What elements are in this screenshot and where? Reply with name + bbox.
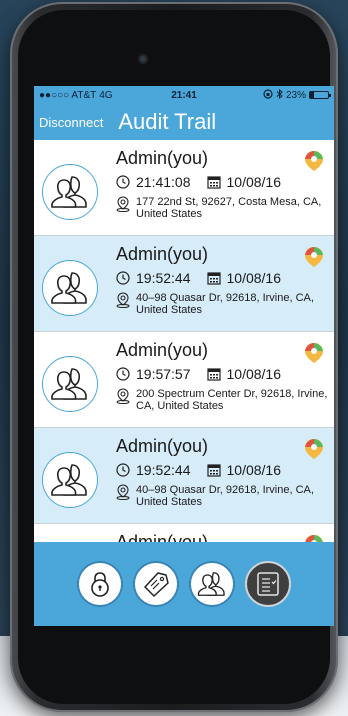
app-screen: ●●○○○ AT&T 4G 21:41 23% Disconnect Audit… xyxy=(34,86,334,626)
tag-icon xyxy=(144,572,169,597)
network-label: 4G xyxy=(99,89,113,101)
calendar-icon xyxy=(206,464,221,477)
avatar xyxy=(42,164,98,220)
map-pin-icon[interactable] xyxy=(304,438,324,460)
entry-name: Admin(you) xyxy=(116,148,209,168)
front-camera xyxy=(138,54,148,64)
status-bar: ●●○○○ AT&T 4G 21:41 23% xyxy=(34,86,334,104)
entry-address: 40–98 Quasar Dr, 92618, Irvine, CA, Unit… xyxy=(136,292,314,316)
clock-icon xyxy=(116,463,130,477)
list-item[interactable]: Admin(you) 21:41:08 10/08/16 177 22nd St… xyxy=(34,140,334,236)
calendar-icon xyxy=(206,272,221,285)
map-pin-icon[interactable] xyxy=(304,342,324,364)
tab-tag[interactable] xyxy=(133,561,179,607)
entry-name: Admin(you) xyxy=(116,244,209,264)
avatar xyxy=(42,452,98,508)
lock-rotation-icon xyxy=(263,88,273,102)
entry-time: 19:52:44 xyxy=(136,462,191,478)
list-item[interactable]: Admin(you) 19:57:57 10/08/16 200 Spectru… xyxy=(34,332,334,428)
entry-date: 10/08/16 xyxy=(226,174,282,190)
users-icon xyxy=(51,464,87,496)
map-pin-icon[interactable] xyxy=(304,246,324,268)
entry-date: 10/08/16 xyxy=(226,366,282,382)
clock-icon xyxy=(116,175,130,189)
entry-time: 19:52:44 xyxy=(136,270,191,286)
bluetooth-icon xyxy=(276,88,283,102)
location-icon xyxy=(116,388,130,404)
calendar-icon xyxy=(206,368,221,381)
clock-icon xyxy=(116,367,130,381)
bottom-tab-bar xyxy=(34,542,334,626)
avatar xyxy=(42,356,98,412)
entry-time: 21:41:08 xyxy=(136,174,191,190)
tab-lock[interactable] xyxy=(77,561,123,607)
list-item[interactable]: Admin(you) 19:52:44 10/08/16 40–98 Quasa… xyxy=(34,428,334,524)
entry-name: Admin(you) xyxy=(116,340,209,360)
calendar-icon xyxy=(206,176,221,189)
map-pin-icon[interactable] xyxy=(304,150,324,172)
battery-icon xyxy=(309,91,331,99)
users-icon xyxy=(51,176,87,208)
entry-address: 200 Spectrum Center Dr, 92618, Irvine, C… xyxy=(136,388,328,412)
location-icon xyxy=(116,484,130,500)
tab-users[interactable] xyxy=(189,561,235,607)
avatar xyxy=(42,260,98,316)
users-icon xyxy=(51,272,87,304)
users-icon xyxy=(51,368,87,400)
entry-date: 10/08/16 xyxy=(226,270,282,286)
disconnect-button[interactable]: Disconnect xyxy=(34,115,108,130)
entry-address: 40–98 Quasar Dr, 92618, Irvine, CA, Unit… xyxy=(136,484,314,508)
users-icon xyxy=(197,572,225,596)
entry-name: Admin(you) xyxy=(116,436,209,456)
location-icon xyxy=(116,196,130,212)
location-icon xyxy=(116,292,130,308)
battery-level xyxy=(310,92,315,98)
page-title: Audit Trail xyxy=(118,109,217,134)
entry-date: 10/08/16 xyxy=(226,462,282,478)
audit-list-icon xyxy=(257,572,279,596)
clock-icon xyxy=(116,271,130,285)
battery-percent: 23% xyxy=(285,89,306,101)
tab-audit-trail[interactable] xyxy=(245,561,291,607)
list-item[interactable]: Admin(you) 19:52:44 10/08/16 40–98 Quasa… xyxy=(34,236,334,332)
lock-icon xyxy=(91,572,109,597)
nav-bar: Disconnect Audit Trail xyxy=(34,104,334,140)
entry-time: 19:57:57 xyxy=(136,366,191,382)
carrier-label: ●●○○○ AT&T xyxy=(39,89,97,101)
entry-address: 177 22nd St, 92627, Costa Mesa, CA, Unit… xyxy=(136,196,322,220)
